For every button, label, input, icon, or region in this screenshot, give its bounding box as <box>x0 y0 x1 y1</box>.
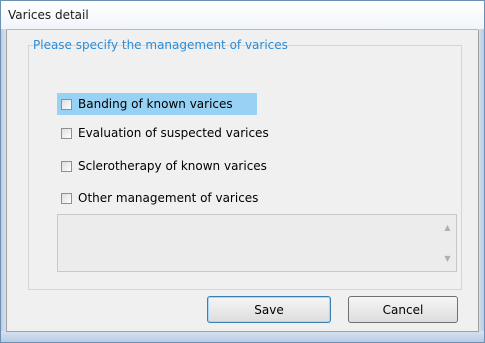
checkbox-other[interactable] <box>61 192 72 204</box>
checkbox-sclerotherapy[interactable] <box>61 160 72 172</box>
textarea-scrollbar[interactable]: ▲ ▼ <box>439 215 456 271</box>
option-banding[interactable]: Banding of known varices <box>57 93 257 115</box>
option-banding-label: Banding of known varices <box>78 97 233 111</box>
cancel-button[interactable]: Cancel <box>348 296 458 323</box>
window-title: Varices detail <box>8 8 89 22</box>
checkbox-banding[interactable] <box>61 98 72 110</box>
management-prompt: Please specify the management of varices <box>33 38 288 52</box>
option-other-label: Other management of varices <box>78 191 259 205</box>
up-arrow-icon[interactable]: ▲ <box>439 219 456 236</box>
option-sclerotherapy-label: Sclerotherapy of known varices <box>78 159 267 173</box>
window-bottom-edge <box>1 331 484 342</box>
other-management-textarea[interactable]: ▲ ▼ <box>57 214 457 272</box>
option-other[interactable]: Other management of varices <box>57 187 258 209</box>
dialog-client-area <box>6 30 479 332</box>
option-evaluation[interactable]: Evaluation of suspected varices <box>57 122 269 144</box>
checkbox-evaluation[interactable] <box>61 127 72 139</box>
option-evaluation-label: Evaluation of suspected varices <box>78 126 269 140</box>
save-button[interactable]: Save <box>207 296 331 323</box>
title-bar[interactable]: Varices detail <box>1 1 484 30</box>
option-sclerotherapy[interactable]: Sclerotherapy of known varices <box>57 155 267 177</box>
varices-detail-dialog: Varices detail Please specify the manage… <box>0 0 485 343</box>
down-arrow-icon[interactable]: ▼ <box>439 250 456 267</box>
